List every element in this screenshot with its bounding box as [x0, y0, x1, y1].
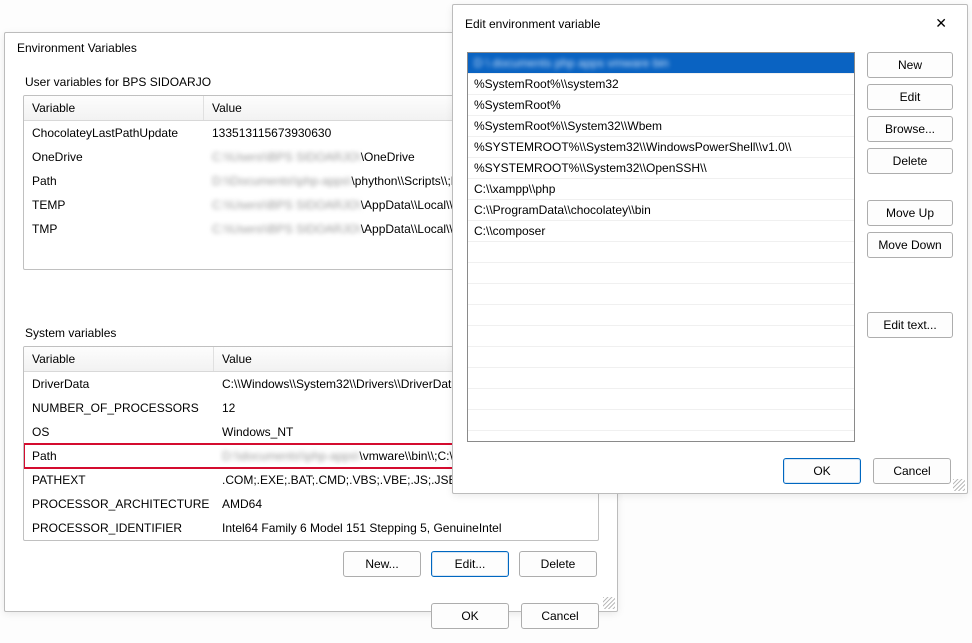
cell-variable: Path — [24, 447, 214, 465]
move-up-button[interactable]: Move Up — [867, 200, 953, 226]
list-item[interactable]: D \ documents php apps vmware bin — [468, 53, 854, 74]
list-item[interactable]: %SYSTEMROOT%\\System32\\WindowsPowerShel… — [468, 137, 854, 158]
cell-variable: PROCESSOR_ARCHITECTURE — [24, 495, 214, 513]
cell-variable: OS — [24, 423, 214, 441]
list-item[interactable]: %SYSTEMROOT%\\System32\\OpenSSH\\ — [468, 158, 854, 179]
list-item[interactable]: C:\\xampp\\php — [468, 179, 854, 200]
col-variable: Variable — [24, 347, 214, 371]
edit-environment-variable-dialog: Edit environment variable ✕ D \ document… — [452, 4, 968, 494]
list-item-empty — [468, 326, 854, 347]
edit-titlebar: Edit environment variable ✕ — [453, 5, 967, 42]
env-title: Environment Variables — [17, 41, 137, 55]
browse-button[interactable]: Browse... — [867, 116, 953, 142]
cell-variable: ChocolateyLastPathUpdate — [24, 124, 204, 142]
list-item[interactable]: C:\\composer — [468, 221, 854, 242]
cell-variable: Path — [24, 172, 204, 190]
resize-grip-icon[interactable] — [603, 597, 615, 609]
edit-title: Edit environment variable — [465, 17, 600, 31]
close-icon[interactable]: ✕ — [927, 13, 955, 34]
list-item-empty — [468, 263, 854, 284]
cell-variable: PROCESSOR_IDENTIFIER — [24, 519, 214, 537]
cell-variable: TMP — [24, 220, 204, 238]
cell-value: Intel64 Family 6 Model 151 Stepping 5, G… — [214, 519, 598, 537]
list-item[interactable]: %SystemRoot%\\System32\\Wbem — [468, 116, 854, 137]
cell-variable: DriverData — [24, 375, 214, 393]
edit-cancel-button[interactable]: Cancel — [873, 458, 951, 484]
resize-grip-icon[interactable] — [953, 479, 965, 491]
list-item-empty — [468, 431, 854, 442]
sys-new-button[interactable]: New... — [343, 551, 421, 577]
list-item[interactable]: %SystemRoot% — [468, 95, 854, 116]
edit-text-button[interactable]: Edit text... — [867, 312, 953, 338]
edit-ok-button[interactable]: OK — [783, 458, 861, 484]
new-button[interactable]: New — [867, 52, 953, 78]
list-item-empty — [468, 284, 854, 305]
sys-delete-button[interactable]: Delete — [519, 551, 597, 577]
side-buttons: New Edit Browse... Delete Move Up Move D… — [867, 52, 953, 442]
list-item-empty — [468, 389, 854, 410]
list-item-empty — [468, 410, 854, 431]
list-item[interactable]: C:\\ProgramData\\chocolatey\\bin — [468, 200, 854, 221]
list-item-empty — [468, 242, 854, 263]
list-item-empty — [468, 347, 854, 368]
move-down-button[interactable]: Move Down — [867, 232, 953, 258]
cell-variable: OneDrive — [24, 148, 204, 166]
cell-variable: PATHEXT — [24, 471, 214, 489]
col-variable: Variable — [24, 96, 204, 120]
table-row[interactable]: PROCESSOR_IDENTIFIERIntel64 Family 6 Mod… — [24, 516, 598, 540]
sys-edit-button[interactable]: Edit... — [431, 551, 509, 577]
env-cancel-button[interactable]: Cancel — [521, 603, 599, 629]
cell-variable: NUMBER_OF_PROCESSORS — [24, 399, 214, 417]
delete-button[interactable]: Delete — [867, 148, 953, 174]
list-item-empty — [468, 305, 854, 326]
env-ok-button[interactable]: OK — [431, 603, 509, 629]
cell-variable: TEMP — [24, 196, 204, 214]
path-list[interactable]: D \ documents php apps vmware bin%System… — [467, 52, 855, 442]
list-item[interactable]: %SystemRoot%\\system32 — [468, 74, 854, 95]
edit-button[interactable]: Edit — [867, 84, 953, 110]
list-item-empty — [468, 368, 854, 389]
